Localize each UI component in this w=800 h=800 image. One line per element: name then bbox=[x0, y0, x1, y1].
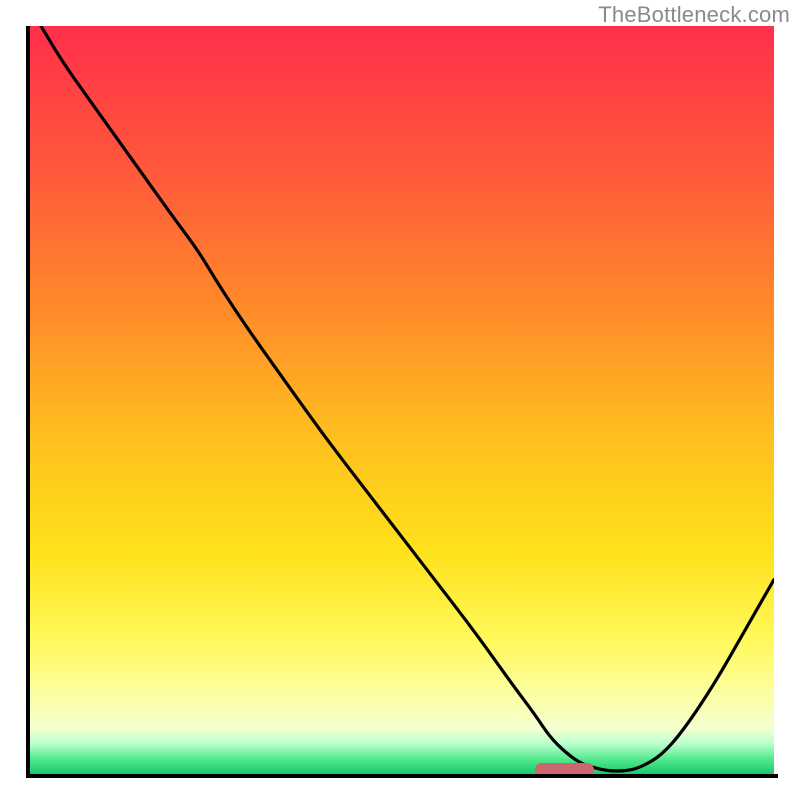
bottleneck-curve bbox=[26, 26, 774, 774]
x-axis bbox=[26, 774, 778, 778]
y-axis bbox=[26, 26, 30, 778]
chart-container: { "watermark": "TheBottleneck.com", "col… bbox=[0, 0, 800, 800]
optimum-marker bbox=[535, 763, 595, 774]
plot-area bbox=[26, 26, 774, 774]
watermark-text: TheBottleneck.com bbox=[598, 2, 790, 28]
